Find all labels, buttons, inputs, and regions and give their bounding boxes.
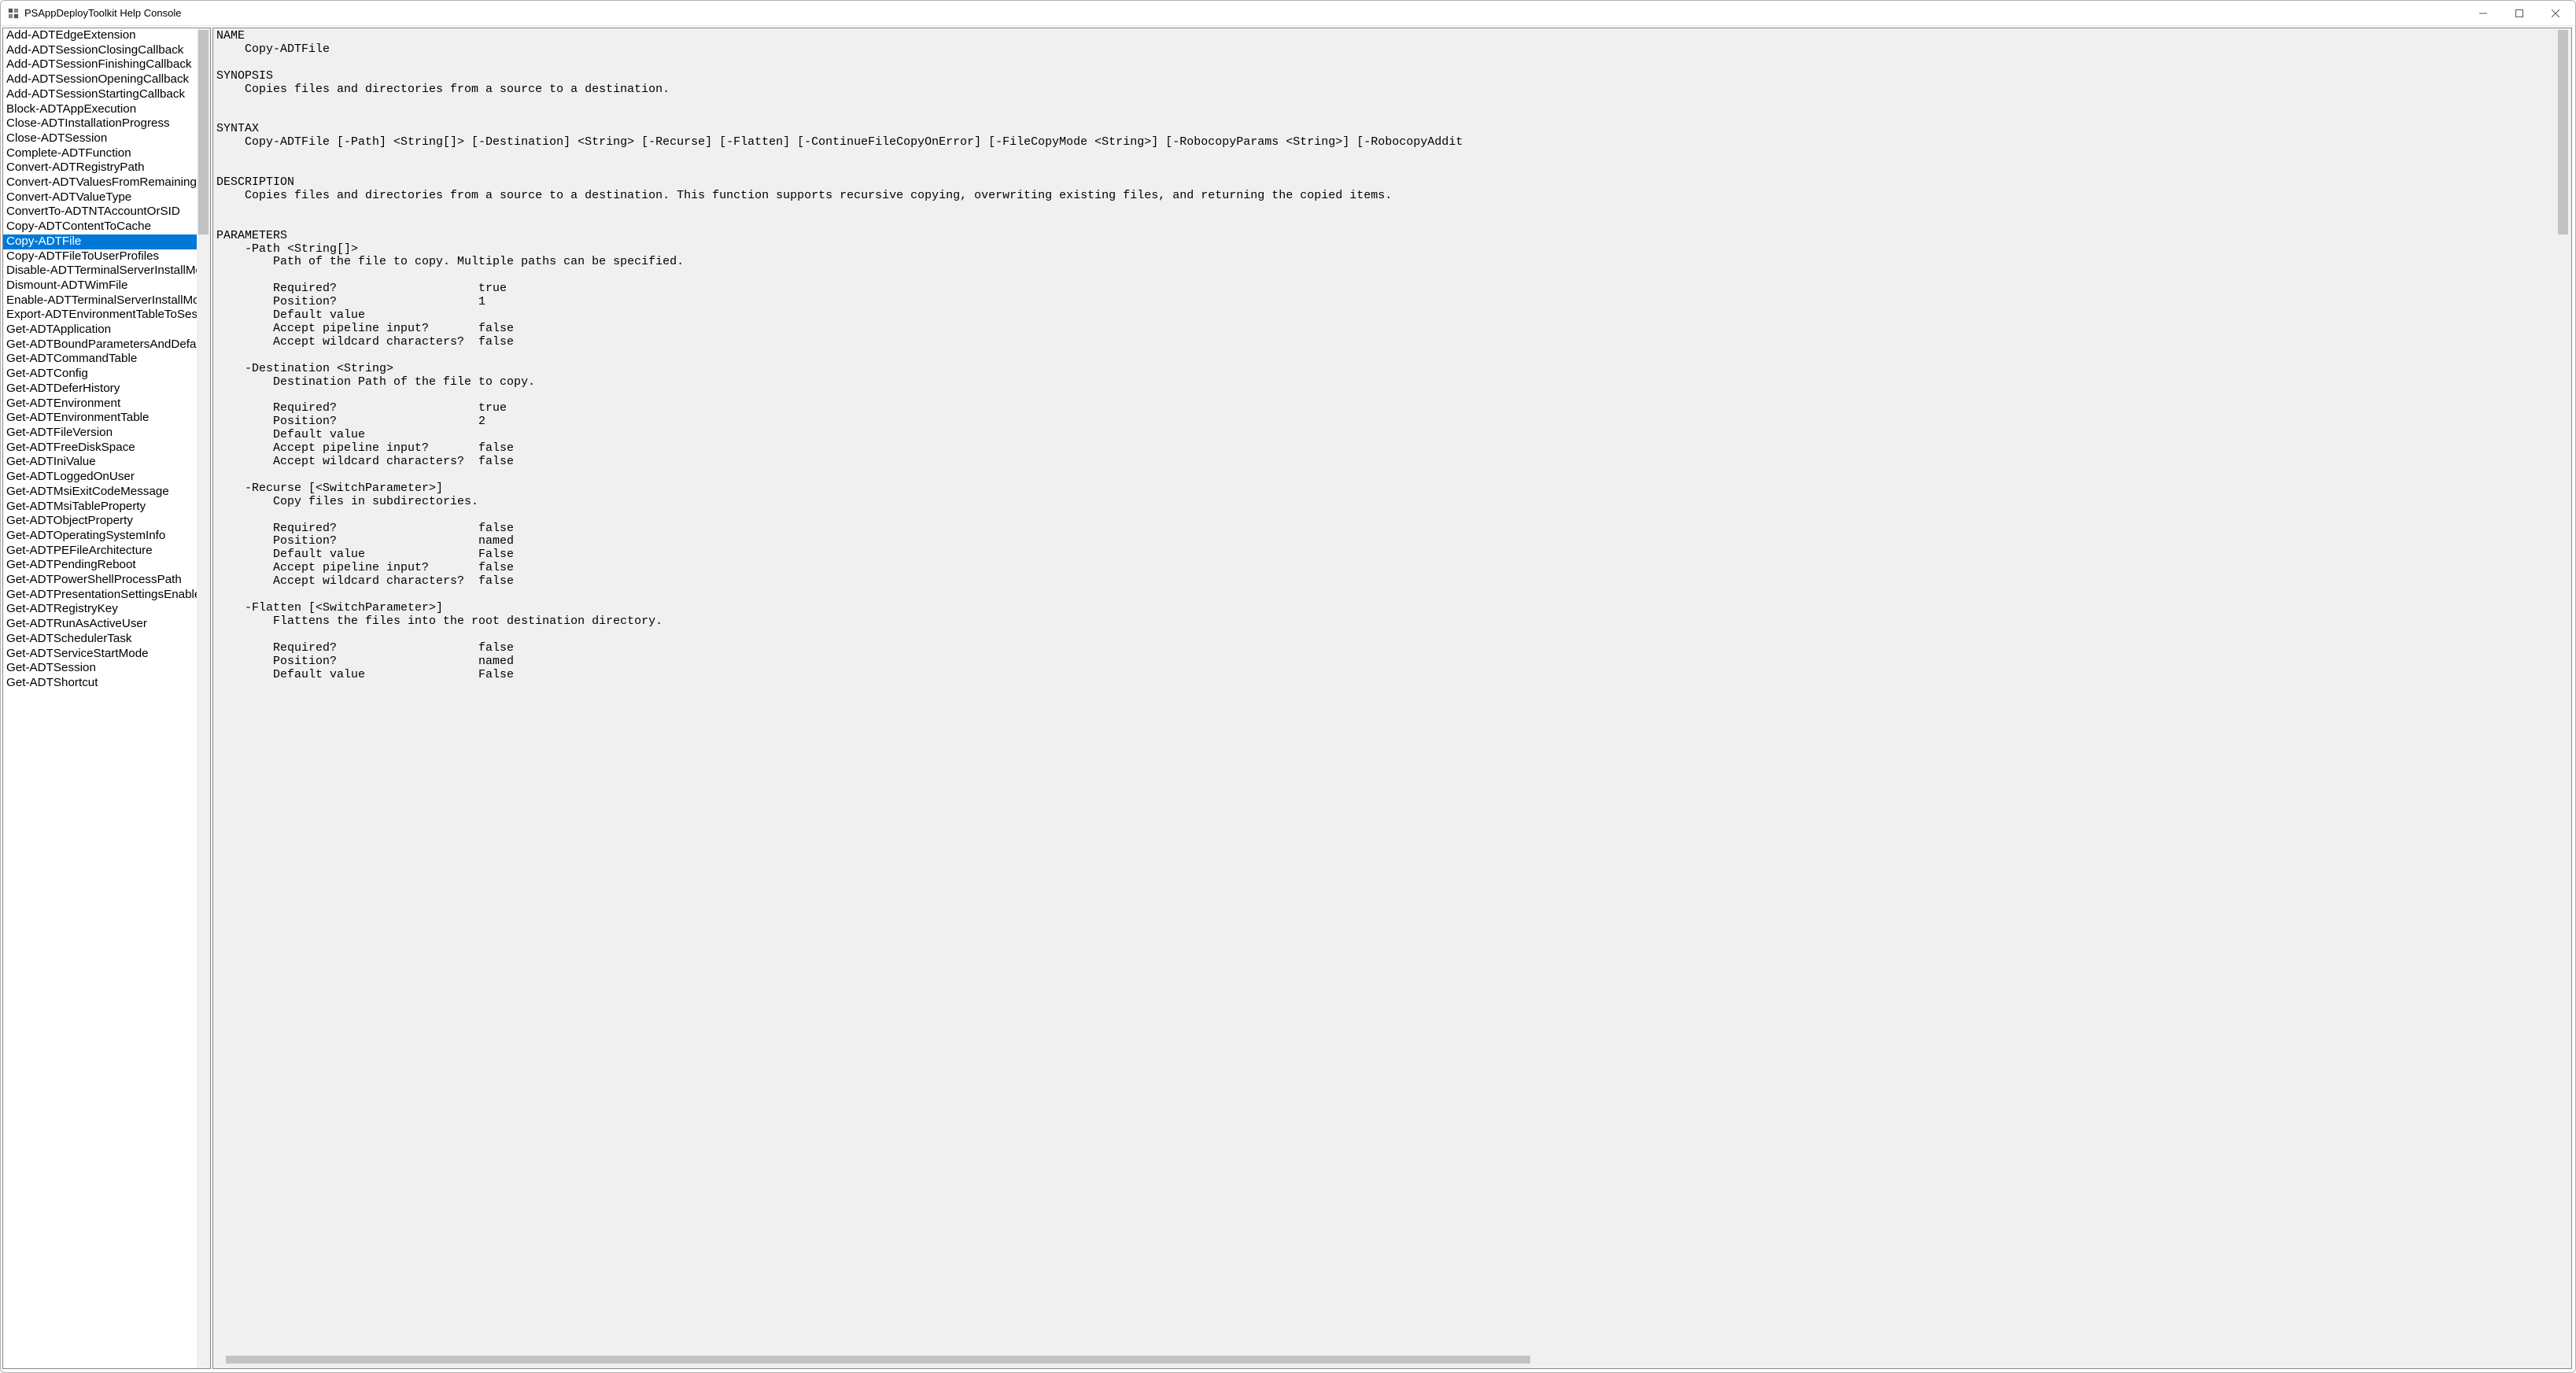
window-title: PSAppDeployToolkit Help Console [24, 7, 181, 19]
command-list-item[interactable]: Add-ADTEdgeExtension [3, 28, 197, 43]
command-list-item[interactable]: Get-ADTMsiTableProperty [3, 500, 197, 515]
app-window: PSAppDeployToolkit Help Console Add-ADTE… [0, 0, 2576, 1373]
right-v-scrollbar-thumb[interactable] [2558, 30, 2568, 234]
command-list-item[interactable]: Close-ADTSession [3, 131, 197, 146]
command-list-item[interactable]: Add-ADTSessionClosingCallback [3, 43, 197, 58]
command-list-item[interactable]: Get-ADTBoundParametersAndDefaultValues [3, 338, 197, 352]
minimize-icon [2479, 9, 2487, 17]
command-list-item[interactable]: Get-ADTLoggedOnUser [3, 470, 197, 485]
titlebar[interactable]: PSAppDeployToolkit Help Console [1, 1, 2575, 26]
left-scrollbar-thumb[interactable] [198, 30, 209, 234]
command-list-item[interactable]: Get-ADTApplication [3, 323, 197, 338]
command-list-item[interactable]: Get-ADTFileVersion [3, 426, 197, 441]
command-list-item[interactable]: Copy-ADTContentToCache [3, 220, 197, 234]
command-list-item[interactable]: Get-ADTRunAsActiveUser [3, 617, 197, 632]
command-list-item[interactable]: Convert-ADTRegistryPath [3, 161, 197, 175]
command-list[interactable]: Add-ADTEdgeExtensionAdd-ADTSessionClosin… [3, 28, 197, 1368]
command-list-item[interactable]: Get-ADTSchedulerTask [3, 632, 197, 647]
command-list-item[interactable]: Convert-ADTValuesFromRemainingArguments [3, 175, 197, 190]
app-icon [7, 7, 20, 20]
maximize-icon [2515, 9, 2523, 17]
command-list-item[interactable]: ConvertTo-ADTNTAccountOrSID [3, 205, 197, 220]
minimize-button[interactable] [2465, 2, 2501, 25]
content-area: Add-ADTEdgeExtensionAdd-ADTSessionClosin… [1, 26, 2575, 1372]
help-pane: NAME Copy-ADTFile SYNOPSIS Copies files … [212, 28, 2572, 1369]
command-list-item[interactable]: Convert-ADTValueType [3, 190, 197, 205]
command-list-item[interactable]: Disable-ADTTerminalServerInstallMode [3, 264, 197, 279]
command-list-item[interactable]: Get-ADTPEFileArchitecture [3, 544, 197, 559]
command-list-item[interactable]: Get-ADTDeferHistory [3, 382, 197, 397]
window-controls [2465, 2, 2574, 25]
command-list-item[interactable]: Add-ADTSessionStartingCallback [3, 87, 197, 102]
right-h-scrollbar[interactable] [226, 1354, 2556, 1365]
command-list-pane: Add-ADTEdgeExtensionAdd-ADTSessionClosin… [2, 28, 211, 1369]
command-list-item[interactable]: Dismount-ADTWimFile [3, 279, 197, 293]
command-list-item[interactable]: Get-ADTRegistryKey [3, 602, 197, 617]
command-list-item[interactable]: Copy-ADTFileToUserProfiles [3, 249, 197, 264]
command-list-item[interactable]: Get-ADTPowerShellProcessPath [3, 573, 197, 588]
right-h-scrollbar-thumb[interactable] [226, 1356, 1530, 1364]
command-list-item[interactable]: Get-ADTEnvironment [3, 397, 197, 412]
command-list-item[interactable]: Get-ADTMsiExitCodeMessage [3, 485, 197, 500]
help-text[interactable]: NAME Copy-ADTFile SYNOPSIS Copies files … [213, 28, 2571, 1368]
close-button[interactable] [2537, 2, 2574, 25]
command-list-item[interactable]: Get-ADTShortcut [3, 676, 197, 691]
maximize-button[interactable] [2501, 2, 2537, 25]
titlebar-left: PSAppDeployToolkit Help Console [7, 7, 181, 20]
command-list-item[interactable]: Copy-ADTFile [3, 234, 197, 249]
command-list-item[interactable]: Get-ADTObjectProperty [3, 514, 197, 529]
right-v-scrollbar[interactable] [2556, 30, 2570, 1353]
command-list-item[interactable]: Get-ADTOperatingSystemInfo [3, 529, 197, 544]
command-list-item[interactable]: Add-ADTSessionFinishingCallback [3, 57, 197, 72]
command-list-item[interactable]: Get-ADTIniValue [3, 455, 197, 470]
close-icon [2552, 9, 2559, 17]
command-list-item[interactable]: Block-ADTAppExecution [3, 102, 197, 117]
command-list-item[interactable]: Get-ADTSession [3, 661, 197, 676]
command-list-item[interactable]: Get-ADTPresentationSettingsEnabledUsers [3, 588, 197, 603]
command-list-item[interactable]: Get-ADTServiceStartMode [3, 647, 197, 662]
command-list-item[interactable]: Get-ADTPendingReboot [3, 558, 197, 573]
command-list-item[interactable]: Export-ADTEnvironmentTableToSessionState [3, 308, 197, 323]
command-list-item[interactable]: Close-ADTInstallationProgress [3, 116, 197, 131]
command-list-item[interactable]: Get-ADTFreeDiskSpace [3, 441, 197, 456]
command-list-item[interactable]: Get-ADTCommandTable [3, 352, 197, 367]
command-list-item[interactable]: Complete-ADTFunction [3, 146, 197, 161]
command-list-item[interactable]: Get-ADTConfig [3, 367, 197, 382]
command-list-item[interactable]: Enable-ADTTerminalServerInstallMode [3, 293, 197, 308]
command-list-item[interactable]: Get-ADTEnvironmentTable [3, 411, 197, 426]
command-list-item[interactable]: Add-ADTSessionOpeningCallback [3, 72, 197, 87]
left-scrollbar[interactable] [197, 28, 210, 1368]
